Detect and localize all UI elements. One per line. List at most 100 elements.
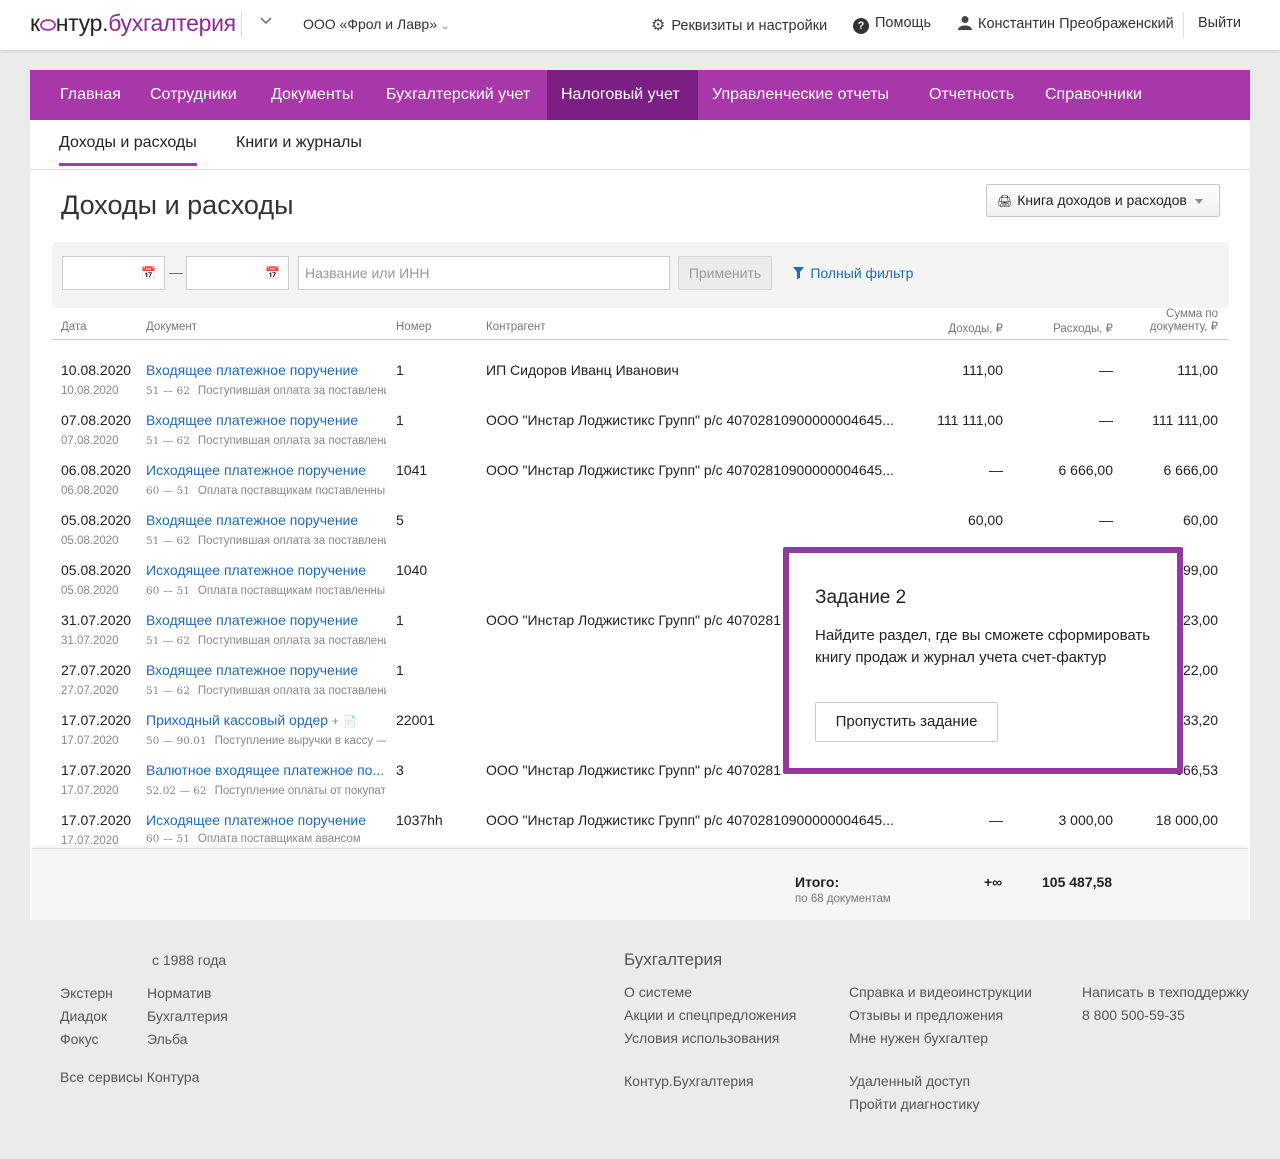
row-date-secondary: 07.08.2020 — [61, 435, 119, 447]
row-date-secondary: 17.07.2020 — [61, 785, 119, 797]
tab-income-expenses[interactable]: Доходы и расходы — [59, 134, 197, 166]
full-filter-link[interactable]: Полный фильтр — [793, 265, 913, 281]
row-document-link[interactable]: Исходящее платежное поручение — [146, 812, 366, 828]
row-sum: 18 000,00 — [1155, 812, 1218, 828]
user-link[interactable]: Константин Преображенский — [958, 15, 1174, 33]
column-header-sum[interactable]: Сумма по документу, ₽ — [1108, 308, 1218, 334]
totals-bar: Итого: по 68 документам +∞ 105 487,58 — [32, 848, 1248, 920]
footer-link-terms[interactable]: Условия использования — [624, 1030, 779, 1046]
top-bar: к нтур.бухгалтерия ООО «Фрол и Лавр» ⌄ ⚙ Ре… — [0, 0, 1280, 50]
date-from-input[interactable]: 📅 — [62, 256, 165, 290]
footer-link-focus[interactable]: Фокус — [60, 1031, 99, 1047]
calendar-icon: 📅 — [141, 266, 156, 280]
nav-item-reporting[interactable]: Отчетность — [915, 70, 1028, 120]
row-date: 06.08.2020 — [61, 462, 132, 478]
row-document-link[interactable]: Входящее платежное поручение — [146, 662, 358, 678]
nav-item-references[interactable]: Справочники — [1031, 70, 1156, 120]
organization-selector[interactable]: ООО «Фрол и Лавр» ⌄ — [303, 16, 449, 32]
column-header-date[interactable]: Дата — [61, 321, 86, 333]
nav-item-tax[interactable]: Налоговый учет — [547, 70, 698, 120]
footer-link-help-videos[interactable]: Справка и видеоинструкции — [849, 984, 1032, 1000]
nav-item-documents[interactable]: Документы — [257, 70, 367, 120]
row-description: Поступившая оплата за поставлени — [197, 685, 386, 697]
row-document-link[interactable]: Исходящее платежное поручение — [146, 462, 366, 478]
table-row[interactable]: 17.07.2020 17.07.2020 Исходящее платежно… — [52, 798, 1229, 848]
kontur-logo[interactable]: к нтур.бухгалтерия — [30, 10, 236, 37]
row-extra-plus: + — [331, 714, 339, 728]
row-accounts: 51 — 62 — [146, 385, 190, 397]
row-date: 27.07.2020 — [61, 662, 132, 678]
row-number: 1037hh — [396, 812, 443, 828]
row-accounts: 51 — 62 — [146, 535, 190, 547]
date-to-input[interactable]: 📅 — [186, 256, 289, 290]
footer-link-need-accountant[interactable]: Мне нужен бухгалтер — [849, 1030, 988, 1046]
footer-link-extern[interactable]: Экстерн — [60, 985, 113, 1001]
row-document-link[interactable]: Валютное входящее платежное по... — [146, 762, 384, 778]
footer-link-diadoc[interactable]: Диадок — [60, 1008, 107, 1024]
row-document-description: 60 — 51 Оплата поставщикам поставленны — [146, 485, 386, 497]
row-date-secondary: 17.07.2020 — [61, 835, 119, 847]
help-link[interactable]: ? Помощь — [853, 15, 931, 34]
row-number: 1 — [396, 412, 404, 428]
search-input[interactable]: Название или ИНН — [298, 256, 670, 290]
tab-books-journals[interactable]: Книги и журналы — [236, 134, 362, 152]
footer-link-all-services[interactable]: Все сервисы Контура — [60, 1069, 199, 1085]
nav-item-management-reports[interactable]: Управленческие отчеты — [698, 70, 903, 120]
nav-item-employees[interactable]: Сотрудники — [136, 70, 251, 120]
table-row[interactable]: 10.08.2020 10.08.2020 Входящее платежное… — [52, 348, 1229, 398]
row-expense: 3 000,00 — [1058, 812, 1114, 828]
table-row[interactable]: 07.08.2020 07.08.2020 Входящее платежное… — [52, 398, 1229, 448]
column-header-number[interactable]: Номер — [396, 321, 431, 333]
footer-link-feedback[interactable]: Отзывы и предложения — [849, 1007, 1003, 1023]
filter-panel: 📅 — 📅 Название или ИНН Применить Полный … — [52, 242, 1229, 308]
row-document-link[interactable]: Приходный кассовый ордер — [146, 712, 328, 728]
row-sum: 60,00 — [1182, 512, 1218, 528]
footer-link-about[interactable]: О системе — [624, 984, 692, 1000]
document-copy-icon[interactable]: 📄 — [343, 716, 357, 728]
footer-link-elba[interactable]: Эльба — [147, 1031, 188, 1047]
row-number: 22001 — [396, 712, 435, 728]
totals-label: Итого: — [795, 874, 840, 890]
table-row[interactable]: 06.08.2020 06.08.2020 Исходящее платежно… — [52, 448, 1229, 498]
row-date-secondary: 05.08.2020 — [61, 535, 119, 547]
row-counterparty: ООО "Инстар Лоджистикс Групп" р/с 407028… — [486, 762, 781, 778]
row-date: 17.07.2020 — [61, 712, 132, 728]
column-header-document[interactable]: Документ — [146, 321, 197, 333]
row-date-secondary: 05.08.2020 — [61, 585, 119, 597]
footer-link-diagnostics[interactable]: Пройти диагностику — [849, 1096, 980, 1112]
footer-link-offers[interactable]: Акции и спецпредложения — [624, 1007, 796, 1023]
row-document-link[interactable]: Входящее платежное поручение — [146, 512, 358, 528]
totals-doc-count: по 68 документам — [795, 893, 891, 905]
footer-link-buhgalteria[interactable]: Бухгалтерия — [147, 1008, 228, 1024]
organization-chevron-down-icon: ⌄ — [441, 21, 450, 32]
income-expense-book-button[interactable]: 🖨 Книга доходов и расходов — [986, 184, 1220, 217]
row-document-link[interactable]: Входящее платежное поручение — [146, 362, 358, 378]
row-document-link[interactable]: Исходящее платежное поручение — [146, 562, 366, 578]
apply-button[interactable]: Применить — [678, 256, 772, 290]
row-date-secondary: 27.07.2020 — [61, 685, 119, 697]
row-document-link[interactable]: Входящее платежное поручение — [146, 612, 358, 628]
products-chevron-down-icon[interactable] — [259, 14, 273, 31]
footer-link-normativ[interactable]: Норматив — [147, 985, 211, 1001]
row-accounts: 60 — 51 — [146, 833, 190, 845]
row-counterparty: ИП Сидоров Иванц Иванович — [486, 362, 679, 378]
row-income: 111 111,00 — [937, 412, 1003, 428]
nav-item-home[interactable]: Главная — [46, 70, 135, 120]
column-header-income[interactable]: Доходы, ₽ — [903, 321, 1003, 335]
logout-link[interactable]: Выйти — [1198, 15, 1241, 31]
row-document-link[interactable]: Входящее платежное поручение — [146, 412, 358, 428]
row-sum: 111 111,00 — [1152, 412, 1218, 428]
row-document-description: 51 — 62 Поступившая оплата за поставлени — [146, 535, 386, 547]
settings-link[interactable]: ⚙ Реквизиты и настройки — [651, 15, 827, 35]
column-header-expense[interactable]: Расходы, ₽ — [1013, 321, 1113, 335]
skip-task-button[interactable]: Пропустить задание — [815, 702, 998, 742]
nav-item-accounting[interactable]: Бухгалтерский учет — [372, 70, 544, 120]
footer-link-remote-access[interactable]: Удаленный доступ — [849, 1073, 970, 1089]
logo-text-buh: бухгалтерия — [108, 10, 236, 36]
main-content: Доходы и расходы 🖨 Книга доходов и расход… — [30, 170, 1250, 920]
footer-link-kontur-buh[interactable]: Контур.Бухгалтерия — [624, 1073, 754, 1089]
row-description: Поступившая оплата за поставлени — [197, 635, 386, 647]
column-header-counterparty[interactable]: Контрагент — [486, 321, 545, 333]
table-row[interactable]: 05.08.2020 05.08.2020 Входящее платежное… — [52, 498, 1229, 548]
footer-link-support[interactable]: Написать в техподдержку — [1082, 984, 1249, 1000]
